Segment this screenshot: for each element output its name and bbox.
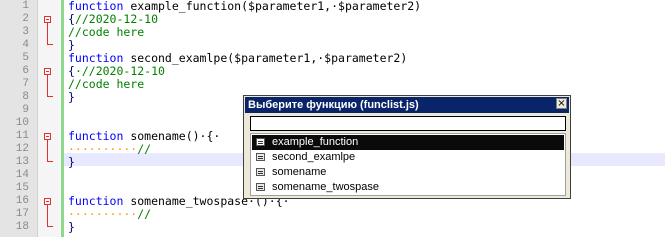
- fold-end: [47, 96, 53, 97]
- list-item-label: example_function: [272, 136, 359, 148]
- fold-line: [47, 75, 48, 96]
- fold-line: [47, 23, 48, 44]
- list-item[interactable]: somename: [252, 165, 564, 180]
- line-number: 10: [15, 117, 29, 129]
- line-number: 2: [22, 13, 29, 25]
- line-number: 7: [22, 78, 29, 90]
- line-number: 12: [15, 143, 29, 155]
- fold-line: [47, 140, 48, 161]
- function-list-icon: [256, 168, 265, 176]
- list-item-label: somename: [272, 166, 327, 178]
- fold-minus-icon[interactable]: [44, 133, 51, 140]
- fold-minus-icon[interactable]: [44, 16, 51, 23]
- fold-minus-icon[interactable]: [44, 198, 51, 205]
- line-number: 14: [15, 169, 29, 181]
- line-number: 11: [15, 130, 29, 142]
- line-number: 17: [15, 208, 29, 220]
- comment: //: [137, 207, 152, 221]
- brace: {: [68, 64, 75, 78]
- code-line[interactable]: }: [68, 156, 75, 169]
- brace: }: [68, 90, 75, 104]
- function-list-dialog: Выберите функцию (funclist.js) × example…: [243, 95, 571, 199]
- comment: //: [137, 142, 152, 156]
- list-item[interactable]: example_function: [252, 135, 564, 150]
- fold-line: [47, 205, 48, 226]
- function-list-icon: [256, 138, 265, 146]
- brace: }: [68, 220, 75, 234]
- keyword: function: [68, 194, 124, 208]
- line-number-gutter: 1 2 3 4 5 6 7 8 9 10 11 12 13 14 15 16 1…: [0, 0, 38, 237]
- comment: ·//2020-12-10: [74, 64, 165, 78]
- fold-end: [47, 226, 53, 227]
- whitespace-dots: ··········: [68, 207, 138, 221]
- keyword: function: [68, 51, 124, 65]
- code-line[interactable]: //code here: [68, 26, 144, 39]
- line-number: 4: [22, 39, 29, 51]
- line-number: 1: [22, 0, 29, 12]
- dialog-title: Выберите функцию (funclist.js): [245, 97, 569, 113]
- function-signature: second_examlpe($parameter1,·$parameter2): [123, 51, 408, 65]
- comment: //2020-12-10: [74, 12, 159, 26]
- line-number: 3: [22, 26, 29, 38]
- line-number: 5: [22, 52, 29, 64]
- list-item-label: somename_twospase: [272, 181, 380, 193]
- code-line[interactable]: ··········//: [68, 143, 151, 156]
- line-number: 8: [22, 91, 29, 103]
- change-history-bar: [61, 0, 64, 237]
- line-number: 15: [15, 182, 29, 194]
- function-signature: example_function($parameter1,·$parameter…: [123, 0, 422, 13]
- function-search-input[interactable]: [250, 116, 566, 131]
- whitespace-dots: ··········: [68, 142, 138, 156]
- fold-minus-icon[interactable]: [44, 68, 51, 75]
- code-line[interactable]: //code here: [68, 78, 144, 91]
- list-item-label: second_examlpe: [272, 151, 356, 163]
- line-number: 9: [22, 104, 29, 116]
- code-line[interactable]: }: [68, 91, 75, 104]
- keyword: function: [68, 129, 124, 143]
- function-list[interactable]: example_function second_examlpe somename…: [250, 133, 566, 196]
- line-number: 13: [15, 156, 29, 168]
- brace: }: [68, 155, 75, 169]
- list-item[interactable]: somename_twospase: [252, 180, 564, 195]
- brace: }: [68, 38, 75, 52]
- code-line[interactable]: }: [68, 221, 75, 234]
- fold-end: [47, 161, 53, 162]
- function-list-icon: [256, 183, 265, 191]
- fold-end: [47, 44, 53, 45]
- brace: {: [68, 12, 75, 26]
- list-item[interactable]: second_examlpe: [252, 150, 564, 165]
- line-number: 6: [22, 65, 29, 77]
- comment: //code here: [68, 77, 145, 91]
- code-line[interactable]: ··········//: [68, 208, 151, 221]
- function-list-icon: [256, 153, 265, 161]
- line-number: 18: [15, 221, 29, 233]
- function-signature: somename()·{·: [123, 129, 221, 143]
- close-icon[interactable]: ×: [556, 98, 567, 109]
- line-number: 16: [15, 195, 29, 207]
- comment: //code here: [68, 25, 145, 39]
